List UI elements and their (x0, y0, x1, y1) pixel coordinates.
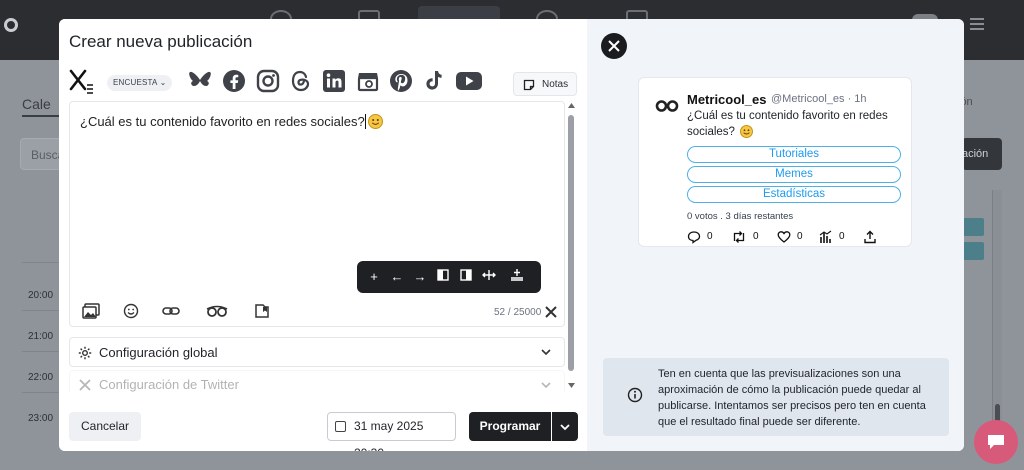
divider (22, 262, 62, 263)
divider (22, 310, 62, 311)
notes-button[interactable]: Notas (513, 72, 577, 96)
format-toolbar: + ← → (357, 261, 541, 293)
metricool-logo-icon (655, 100, 679, 112)
time-label: 22:00 (28, 372, 54, 383)
character-count: 52 / 25000 (494, 307, 542, 318)
calendar-icon (335, 421, 346, 432)
global-config-label: Configuración global (99, 345, 218, 360)
pinterest-icon[interactable] (389, 69, 413, 93)
global-config-accordion[interactable]: Configuración global (69, 337, 565, 367)
scroll-down-icon[interactable] (568, 383, 575, 389)
twitter-config-label: Configuración de Twitter (99, 377, 239, 392)
preview-disclaimer: Ten en cuenta que las previsualizaciones… (603, 358, 949, 436)
note-icon (523, 79, 535, 91)
schedule-button[interactable]: Programar (469, 412, 551, 441)
ai-glasses-icon[interactable] (205, 303, 229, 321)
tiktok-icon[interactable] (422, 69, 446, 93)
smiley-emoji-icon (740, 125, 754, 138)
split-left-icon[interactable] (435, 269, 451, 285)
divider (22, 351, 62, 352)
disclaimer-text: Ten en cuenta que las previsualizaciones… (658, 368, 926, 428)
metricool-logo-icon (4, 18, 18, 32)
scroll-up-icon[interactable] (568, 103, 575, 109)
text-caret (364, 114, 366, 129)
account-handle: @Metricool_es · 1h (771, 93, 867, 105)
x-network-badge[interactable] (601, 33, 627, 59)
chevron-down-icon (541, 382, 551, 389)
schedule-date-picker[interactable]: 31 may 2025 20:30 (327, 412, 456, 451)
poll-option: Memes (687, 166, 901, 183)
facebook-icon[interactable] (222, 69, 246, 93)
poll-meta: 0 votos . 3 días restantes (687, 211, 794, 222)
tweet-text: ¿Cuál es tu contenido favorito en redes … (687, 110, 888, 138)
calendar-event[interactable] (962, 242, 984, 260)
split-right-icon[interactable] (458, 269, 474, 285)
time-label: 23:00 (28, 413, 54, 424)
x-limit-icon (544, 305, 558, 319)
views-icon (819, 230, 832, 243)
instagram-icon[interactable] (256, 69, 280, 93)
support-chat-button[interactable] (974, 420, 1018, 464)
x-icon (79, 379, 91, 391)
twitter-config-accordion[interactable]: Configuración de Twitter (69, 370, 565, 392)
active-tab-underline (22, 115, 62, 117)
post-editor[interactable]: ¿Cuál es tu contenido favorito en redes … (69, 101, 565, 327)
linkedin-icon[interactable] (322, 69, 346, 93)
like-icon (777, 231, 791, 243)
arrow-right-icon[interactable]: → (412, 269, 428, 285)
youtube-icon[interactable] (455, 69, 483, 93)
gear-icon (78, 346, 92, 360)
poll-option: Tutoriales (687, 146, 901, 163)
info-icon (627, 387, 643, 403)
modal-title: Crear nueva publicación (69, 32, 253, 51)
time-label: 20:00 (28, 290, 54, 301)
media-icon[interactable] (82, 303, 100, 321)
reply-icon (687, 231, 701, 244)
account-name: Metricool_es (687, 92, 767, 107)
emoji-icon[interactable] (123, 303, 141, 321)
share-icon (864, 230, 876, 244)
schedule-options-button[interactable] (552, 412, 578, 441)
composer-scrollbar[interactable] (567, 101, 576, 391)
google-business-icon[interactable] (356, 69, 380, 93)
create-post-modal: Crear nueva publicación ENCUESTA ⌄ Notas… (59, 19, 964, 451)
calendar-event[interactable] (962, 218, 984, 236)
network-selector: ENCUESTA ⌄ (69, 69, 579, 97)
threads-icon[interactable] (289, 69, 313, 93)
background-create-button[interactable]: ación (962, 138, 1002, 170)
link-icon[interactable] (162, 303, 180, 321)
x-icon[interactable] (69, 69, 93, 94)
chevron-down-icon: ⌄ (159, 78, 167, 87)
calendar-tab[interactable]: Cale (22, 96, 51, 112)
tweet-preview-card: Metricool_es @Metricool_es · 1h ¿Cuál es… (638, 77, 912, 247)
poll-option: Estadísticas (687, 186, 901, 203)
divider (22, 392, 62, 393)
menu-icon[interactable] (970, 18, 984, 30)
bluesky-icon[interactable] (188, 69, 212, 93)
plus-icon[interactable]: + (366, 269, 382, 285)
preview-pane: Metricool_es @Metricool_es · 1h ¿Cuál es… (587, 19, 964, 451)
add-row-icon[interactable] (509, 269, 525, 285)
chat-icon (988, 435, 1004, 449)
tweet-actions: 0 0 0 0 (687, 230, 887, 244)
expand-horizontal-icon[interactable] (481, 269, 497, 285)
chevron-down-icon (560, 424, 570, 431)
post-text-input[interactable]: ¿Cuál es tu contenido favorito en redes … (80, 114, 383, 129)
cancel-button[interactable]: Cancelar (69, 412, 141, 441)
x-icon (608, 40, 620, 52)
time-label: 21:00 (28, 331, 54, 342)
poll-type-dropdown[interactable]: ENCUESTA ⌄ (107, 75, 173, 91)
background-search[interactable]: Busca (20, 138, 64, 170)
arrow-left-icon[interactable]: ← (389, 269, 405, 285)
composer-pane: Crear nueva publicación ENCUESTA ⌄ Notas… (59, 19, 587, 451)
smiley-emoji-icon (367, 114, 383, 129)
retweet-icon (733, 231, 745, 243)
chevron-down-icon (541, 349, 551, 356)
folder-icon[interactable] (254, 303, 272, 321)
avatar (651, 90, 683, 122)
scroll-thumb[interactable] (568, 115, 574, 371)
